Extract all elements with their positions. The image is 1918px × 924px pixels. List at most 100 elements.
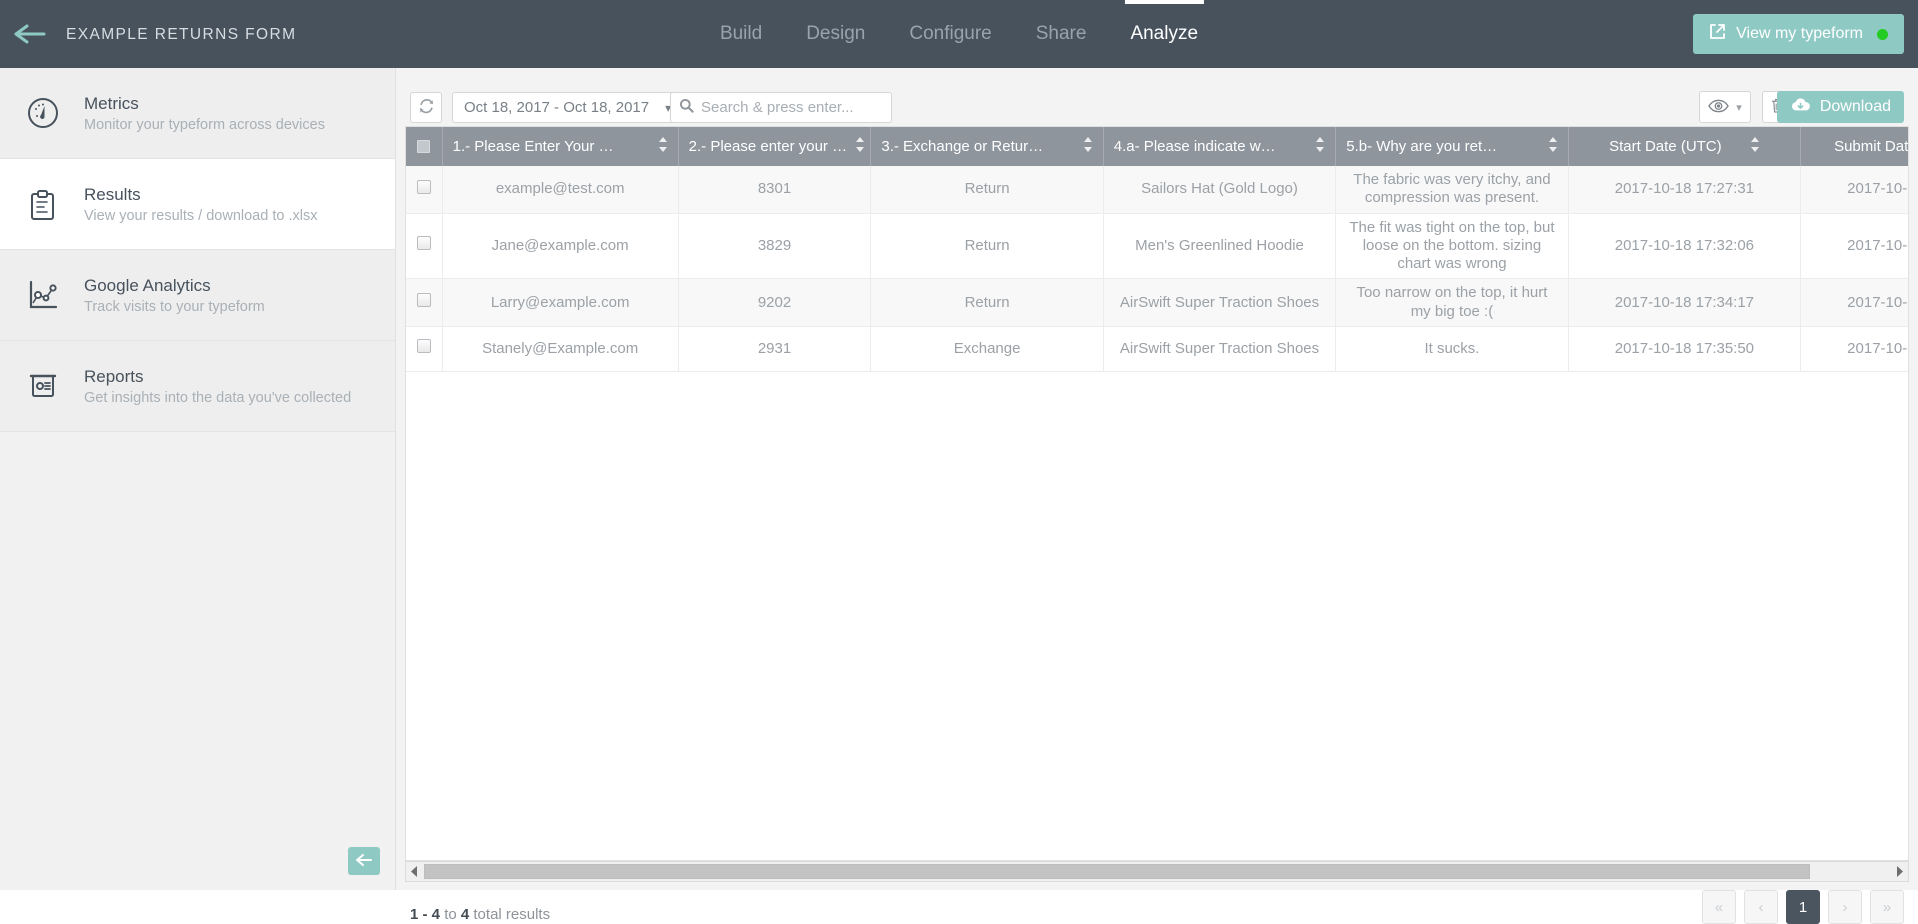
- pagination-last-button[interactable]: »: [1870, 890, 1904, 924]
- tab-analyze[interactable]: Analyze: [1130, 0, 1198, 68]
- cloud-download-icon: [1790, 97, 1811, 118]
- column-header-q4a[interactable]: 4.a- Please indicate w…: [1103, 127, 1335, 166]
- table-row[interactable]: example@test.com 8301 Return Sailors Hat…: [406, 166, 1909, 213]
- arrow-left-icon: [355, 853, 373, 870]
- results-table: 1.- Please Enter Your … 2.- Please enter…: [406, 127, 1909, 372]
- horizontal-scrollbar[interactable]: [405, 861, 1909, 882]
- cell-submit-date: 2017-10-18 17:35:41: [1801, 279, 1909, 327]
- cell-start-date: 2017-10-18 17:35:50: [1568, 327, 1800, 372]
- column-label: Submit Date (UTC): [1834, 138, 1909, 155]
- sidebar-item-title: Google Analytics: [84, 276, 265, 296]
- table-header-row: 1.- Please Enter Your … 2.- Please enter…: [406, 127, 1909, 166]
- main-nav-tabs: Build Design Configure Share Analyze: [720, 0, 1198, 68]
- view-my-typeform-button[interactable]: View my typeform: [1693, 14, 1904, 54]
- row-checkbox[interactable]: [417, 236, 431, 250]
- refresh-button[interactable]: [410, 92, 442, 123]
- cell-submit-date: 2017-10-18 17:33:51: [1801, 213, 1909, 279]
- sidebar-item-title: Reports: [84, 367, 351, 387]
- column-header-q1[interactable]: 1.- Please Enter Your …: [442, 127, 678, 166]
- visible-columns-button[interactable]: ▾: [1699, 91, 1751, 123]
- clipboard-icon: [24, 185, 62, 223]
- download-button[interactable]: Download: [1777, 91, 1904, 123]
- cell-type: Return: [871, 166, 1103, 213]
- pagination-prev-button[interactable]: ‹: [1744, 890, 1778, 924]
- results-table-container: 1.- Please Enter Your … 2.- Please enter…: [405, 126, 1909, 861]
- scroll-right-icon[interactable]: [1891, 862, 1908, 881]
- presentation-icon: [24, 367, 62, 405]
- scroll-left-icon[interactable]: [406, 862, 423, 881]
- view-my-typeform-label: View my typeform: [1736, 25, 1863, 43]
- column-label: 1.- Please Enter Your …: [453, 138, 614, 155]
- search-icon: [679, 98, 694, 118]
- results-total-suffix: total results: [473, 906, 550, 923]
- table-row[interactable]: Larry@example.com 9202 Return AirSwift S…: [406, 279, 1909, 327]
- row-select-cell[interactable]: [406, 166, 442, 213]
- status-dot-icon: [1877, 29, 1888, 40]
- sidebar-item-results[interactable]: Results View your results / download to …: [0, 159, 395, 250]
- select-all-header[interactable]: [406, 127, 442, 166]
- refresh-icon: [418, 98, 435, 118]
- search-input[interactable]: [701, 99, 900, 116]
- column-header-q5b[interactable]: 5.b- Why are you ret…: [1336, 127, 1568, 166]
- row-checkbox[interactable]: [417, 180, 431, 194]
- column-label: 2.- Please enter your …: [689, 138, 847, 155]
- tab-build[interactable]: Build: [720, 0, 762, 68]
- date-range-selector[interactable]: Oct 18, 2017 - Oct 18, 2017 ▾: [452, 92, 683, 123]
- results-range: 1 - 4: [410, 906, 440, 923]
- results-total: 4: [461, 906, 469, 923]
- sort-icon[interactable]: [1083, 136, 1093, 157]
- pagination: « ‹ 1 › »: [1702, 890, 1904, 924]
- column-header-submit-date[interactable]: Submit Date (UTC): [1801, 127, 1909, 166]
- cell-order: 2931: [678, 327, 871, 372]
- pagination-next-button[interactable]: ›: [1828, 890, 1862, 924]
- cell-submit-date: 2017-10-18 17:31:51: [1801, 166, 1909, 213]
- tab-configure[interactable]: Configure: [909, 0, 991, 68]
- sidebar-collapse-button[interactable]: [348, 847, 380, 875]
- column-label: 3.- Exchange or Retur…: [881, 138, 1043, 155]
- sidebar-item-reports[interactable]: Reports Get insights into the data you'v…: [0, 341, 395, 432]
- sort-icon[interactable]: [1750, 136, 1760, 157]
- column-header-start-date[interactable]: Start Date (UTC): [1568, 127, 1800, 166]
- sort-icon[interactable]: [658, 136, 668, 157]
- table-body: example@test.com 8301 Return Sailors Hat…: [406, 166, 1909, 372]
- sidebar-item-subtitle: Get insights into the data you've collec…: [84, 390, 351, 406]
- tab-design[interactable]: Design: [806, 0, 865, 68]
- external-link-icon: [1709, 23, 1726, 45]
- row-checkbox[interactable]: [417, 339, 431, 353]
- pagination-page-1-button[interactable]: 1: [1786, 890, 1820, 924]
- results-to-word: to: [444, 906, 457, 923]
- results-count: 1 - 4 to 4 total results: [410, 906, 550, 923]
- gauge-icon: [24, 94, 62, 132]
- date-range-label: Oct 18, 2017 - Oct 18, 2017: [464, 99, 649, 116]
- cell-start-date: 2017-10-18 17:32:06: [1568, 213, 1800, 279]
- column-label: Start Date (UTC): [1609, 138, 1722, 155]
- row-select-cell[interactable]: [406, 279, 442, 327]
- sort-icon[interactable]: [1315, 136, 1325, 157]
- sidebar-item-metrics[interactable]: Metrics Monitor your typeform across dev…: [0, 68, 395, 159]
- scrollbar-thumb[interactable]: [424, 864, 1810, 879]
- row-select-cell[interactable]: [406, 327, 442, 372]
- cell-reason: The fabric was very itchy, and compressi…: [1336, 166, 1568, 213]
- column-header-q3[interactable]: 3.- Exchange or Retur…: [871, 127, 1103, 166]
- sort-icon[interactable]: [855, 136, 865, 157]
- tab-share[interactable]: Share: [1036, 0, 1087, 68]
- table-row[interactable]: Stanely@Example.com 2931 Exchange AirSwi…: [406, 327, 1909, 372]
- table-row[interactable]: Jane@example.com 3829 Return Men's Green…: [406, 213, 1909, 279]
- sidebar-item-google-analytics[interactable]: Google Analytics Track visits to your ty…: [0, 250, 395, 341]
- cell-type: Return: [871, 279, 1103, 327]
- back-arrow-icon[interactable]: [14, 20, 46, 48]
- row-checkbox[interactable]: [417, 293, 431, 307]
- cell-email: Jane@example.com: [442, 213, 678, 279]
- cell-order: 8301: [678, 166, 871, 213]
- cell-reason: Too narrow on the top, it hurt my big to…: [1336, 279, 1568, 327]
- cell-reason: The fit was tight on the top, but loose …: [1336, 213, 1568, 279]
- pagination-first-button[interactable]: «: [1702, 890, 1736, 924]
- cell-product: AirSwift Super Traction Shoes: [1103, 327, 1335, 372]
- row-select-cell[interactable]: [406, 213, 442, 279]
- page-title: EXAMPLE RETURNS FORM: [66, 26, 296, 44]
- sort-icon[interactable]: [1548, 136, 1558, 157]
- eye-icon: [1708, 99, 1729, 116]
- search-box[interactable]: [670, 92, 892, 123]
- select-all-checkbox[interactable]: [417, 140, 430, 153]
- column-header-q2[interactable]: 2.- Please enter your …: [678, 127, 871, 166]
